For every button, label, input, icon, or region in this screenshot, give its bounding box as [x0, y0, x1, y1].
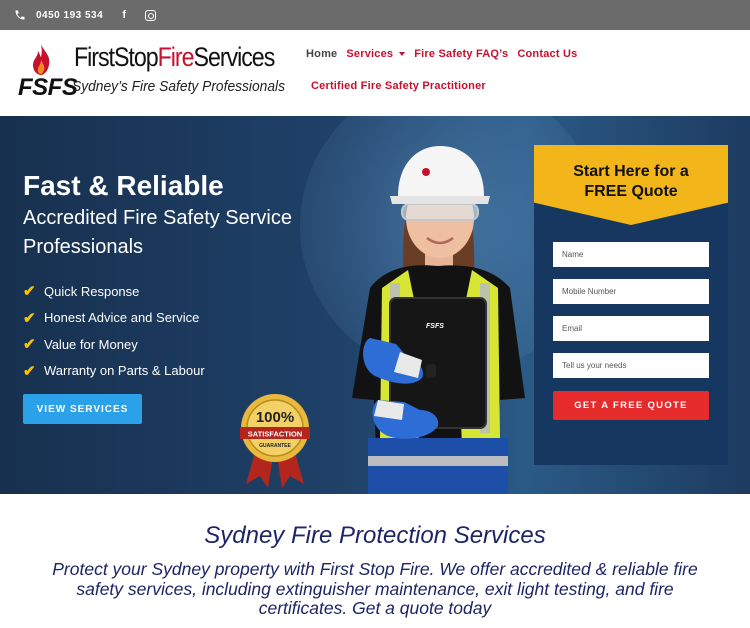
get-quote-button[interactable]: GET A FREE QUOTE	[553, 391, 709, 420]
hero-banner: Fast & Reliable Accredited Fire Safety S…	[0, 116, 750, 494]
check-icon: ✔	[23, 362, 36, 380]
phone-number[interactable]: 0450 193 534	[36, 10, 103, 21]
main-nav: Home Services Fire Safety FAQ’s Contact …	[306, 48, 586, 92]
site-header: FSFS FirstStopFireServices Sydney’s Fire…	[0, 30, 750, 116]
nav-services[interactable]: Services	[346, 48, 406, 60]
badge-satisfaction: SATISFACTION	[248, 430, 302, 439]
benefit-item: ✔ Value for Money	[23, 336, 138, 354]
chevron-down-icon	[399, 52, 406, 57]
quote-form-header: Start Here for a FREE Quote	[534, 145, 728, 225]
clipboard-logo: FSFS	[426, 323, 444, 330]
hero-subtitle: Accredited Fire Safety Service Professio…	[23, 207, 292, 258]
instagram-icon[interactable]	[145, 9, 157, 21]
safety-worker-image: FSFS	[352, 146, 525, 494]
benefit-item: ✔ Honest Advice and Service	[23, 309, 200, 327]
section-title: Sydney Fire Protection Services	[204, 522, 546, 549]
nav-home[interactable]: Home	[306, 48, 337, 60]
satisfaction-badge: 100% SATISFACTION GUARANTEE	[240, 394, 310, 488]
hero-benefits: ✔ Quick Response ✔ Honest Advice and Servi…	[23, 278, 205, 384]
email-field[interactable]	[553, 316, 709, 341]
section-body: Protect your Sydney property with First …	[52, 559, 698, 618]
check-icon: ✔	[23, 283, 36, 301]
nav-faq[interactable]: Fire Safety FAQ’s	[414, 48, 508, 60]
facebook-icon[interactable]: f	[117, 9, 131, 21]
intro-section: Sydney Fire Protection Services Protect …	[0, 494, 750, 628]
needs-field[interactable]	[553, 353, 709, 378]
name-field[interactable]	[553, 242, 709, 267]
hero-title: Fast & Reliable	[23, 170, 224, 201]
flame-icon	[33, 44, 50, 75]
quote-form-title: Start Here for a FREE Quote	[573, 163, 689, 200]
check-icon: ✔	[23, 309, 36, 327]
nav-contact[interactable]: Contact Us	[517, 48, 577, 60]
quote-form: Start Here for a FREE Quote GET A FREE Q…	[534, 145, 728, 465]
check-icon: ✔	[23, 336, 36, 354]
benefit-item: ✔ Quick Response	[23, 283, 140, 301]
badge-guarantee: GUARANTEE	[259, 443, 291, 449]
logo-mark: FSFS	[18, 74, 78, 101]
nav-practitioner[interactable]: Certified Fire Safety Practitioner	[311, 80, 486, 92]
site-logo[interactable]: FSFS FirstStopFireServices Sydney’s Fire…	[16, 42, 296, 112]
mobile-field[interactable]	[553, 279, 709, 304]
logo-wordmark: FirstStopFireServices	[74, 42, 275, 72]
phone-icon[interactable]	[14, 9, 26, 21]
top-bar: 0450 193 534 f	[0, 0, 750, 30]
badge-percent: 100%	[256, 409, 294, 426]
logo-tagline: Sydney’s Fire Safety Professionals	[72, 78, 285, 95]
view-services-button[interactable]: VIEW SERVICES	[23, 394, 142, 424]
benefit-item: ✔ Warranty on Parts & Labour	[23, 362, 205, 380]
